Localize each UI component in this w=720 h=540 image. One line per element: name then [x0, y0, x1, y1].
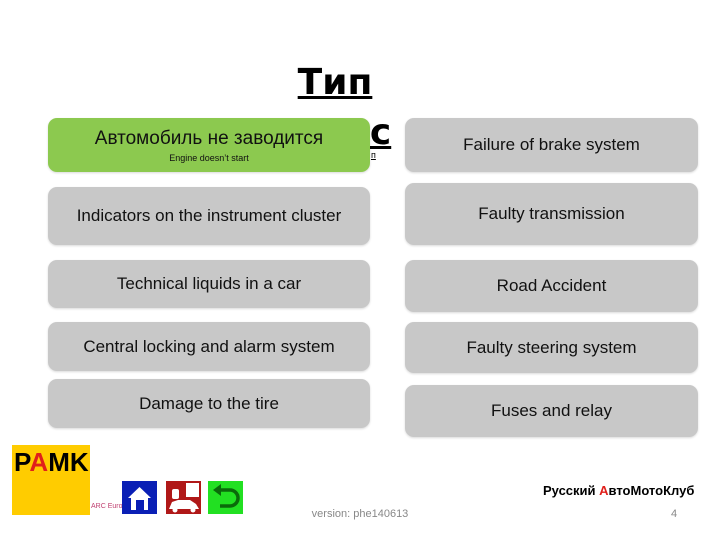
club-name-post: втоМотоКлуб [608, 483, 695, 498]
brake-failure-button[interactable]: Failure of brake system [405, 118, 698, 172]
page-title-partial-2: п [371, 150, 376, 160]
button-label: Faulty steering system [466, 337, 637, 357]
button-label: Central locking and alarm system [83, 336, 335, 356]
fuses-relay-button[interactable]: Fuses and relay [405, 385, 698, 437]
technical-liquids-button[interactable]: Technical liquids in a car [48, 260, 370, 308]
central-locking-button[interactable]: Central locking and alarm system [48, 322, 370, 371]
page-number: 4 [671, 508, 678, 520]
tire-damage-button[interactable]: Damage to the tire [48, 379, 370, 428]
faulty-transmission-button[interactable]: Faulty transmission [405, 183, 698, 245]
button-label: Failure of brake system [463, 135, 640, 154]
button-label: Faulty transmission [478, 204, 625, 223]
button-sublabel: Engine doesn’t start [169, 152, 249, 163]
button-label: Автомобиль не заводится [94, 127, 324, 149]
club-name-accent: А [599, 483, 609, 498]
club-name-pre: Русский [543, 483, 600, 498]
faulty-steering-button[interactable]: Faulty steering system [405, 322, 698, 373]
indicators-button[interactable]: Indicators on the instrument cluster [48, 187, 370, 245]
button-label: Indicators on the instrument cluster [76, 206, 342, 225]
page-title: Тип [297, 62, 373, 103]
engine-doesnt-start-button[interactable]: Автомобиль не заводится Engine doesn’t s… [48, 118, 370, 172]
version-text: version: phe140613 [311, 508, 409, 520]
button-label: Damage to the tire [139, 393, 279, 413]
button-label: Road Accident [496, 276, 607, 295]
pamk-logo: PAMK [12, 445, 90, 515]
club-name: Русский АвтоМотоКлуб [543, 483, 694, 498]
button-label: Technical liquids in a car [116, 274, 302, 293]
road-accident-button[interactable]: Road Accident [405, 260, 698, 312]
svg-text:PAMK: PAMK [14, 447, 89, 475]
button-label: Fuses and relay [491, 401, 612, 420]
